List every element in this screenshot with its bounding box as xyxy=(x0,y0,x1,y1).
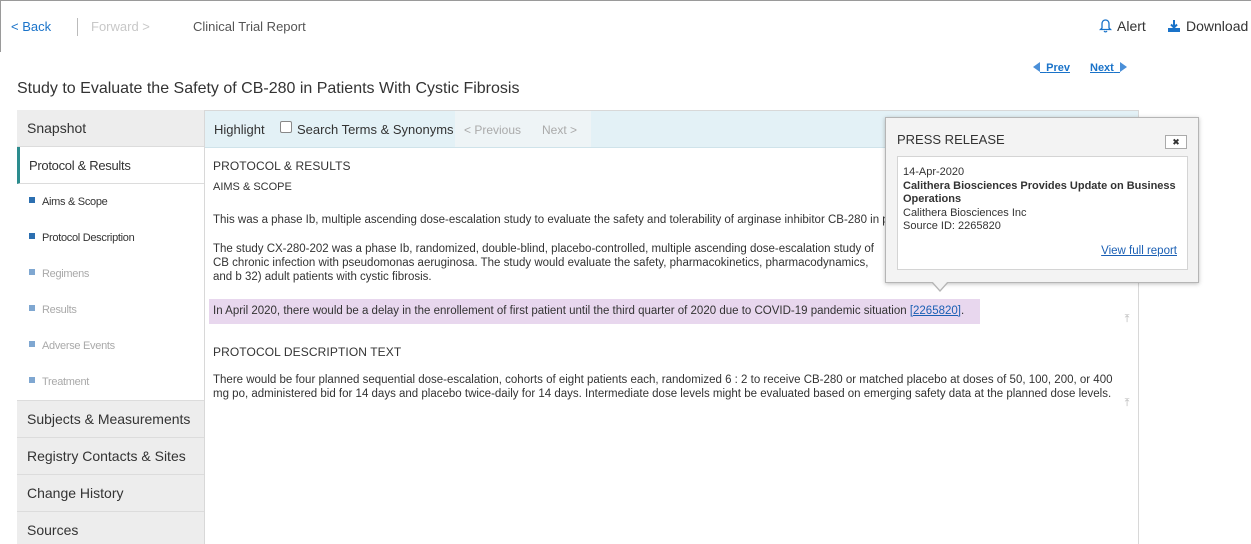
top-nav-bar: < Back Forward > Clinical Trial Report A… xyxy=(0,0,1251,52)
sidebar-subitem-protocol-description[interactable]: Protocol Description xyxy=(17,220,204,256)
study-paragraph: The study CX-280-202 was a phase Ib, ran… xyxy=(213,243,875,283)
bullet-icon xyxy=(29,233,35,239)
view-full-report-link[interactable]: View full report xyxy=(1101,245,1177,259)
close-icon[interactable]: ✖ xyxy=(1165,135,1187,149)
sidebar-item-subjects[interactable]: Subjects & Measurements xyxy=(17,401,204,438)
popup-body: 14-Apr-2020 Calithera Biosciences Provid… xyxy=(897,156,1188,270)
highlighted-end: . xyxy=(960,305,965,317)
highlight-previous-button[interactable]: < Previous xyxy=(464,123,521,137)
forward-link[interactable]: Forward > xyxy=(91,19,150,34)
back-to-top-icon[interactable]: ⤒ xyxy=(1122,397,1132,410)
highlight-label: Highlight xyxy=(214,122,265,137)
sidebar-item-change-history[interactable]: Change History xyxy=(17,475,204,512)
press-release-headline: Calithera Biosciences Provides Update on… xyxy=(903,179,1176,206)
search-terms-checkbox[interactable] xyxy=(280,121,292,133)
subitem-label: Treatment xyxy=(42,376,90,388)
bullet-icon xyxy=(29,341,35,347)
press-release-date: 14-Apr-2020 xyxy=(903,166,965,178)
protocol-description-paragraph: There would be four planned sequential d… xyxy=(213,374,1113,400)
sidebar-item-sources[interactable]: Sources xyxy=(17,512,204,544)
popup-caret xyxy=(931,281,949,292)
sidebar: Snapshot Protocol & Results Aims & Scope… xyxy=(17,110,204,544)
popup-title: PRESS RELEASE xyxy=(897,132,1005,147)
aims-paragraph: This was a phase Ib, multiple ascending … xyxy=(213,214,889,226)
protocol-description-heading: PROTOCOL DESCRIPTION TEXT xyxy=(213,345,402,359)
subitem-label: Regimens xyxy=(42,268,90,280)
search-terms-label[interactable]: Search Terms & Synonyms xyxy=(297,122,454,137)
page-title: Clinical Trial Report xyxy=(193,19,306,34)
sidebar-item-registry[interactable]: Registry Contacts & Sites xyxy=(17,438,204,475)
download-label: Download xyxy=(1186,18,1249,34)
next-report-link[interactable]: Next xyxy=(1090,62,1127,74)
subitem-label: Adverse Events xyxy=(42,340,115,352)
sidebar-item-protocol-results[interactable]: Protocol & Results xyxy=(17,147,204,184)
sidebar-subitem-adverse-events: Adverse Events xyxy=(17,328,204,364)
press-release-company: Calithera Biosciences Inc xyxy=(903,206,1027,219)
back-link[interactable]: < Back xyxy=(11,19,51,34)
highlighted-sentence: In April 2020, there would be a delay in… xyxy=(209,299,980,324)
subitem-label: Protocol Description xyxy=(42,232,135,244)
alert-label: Alert xyxy=(1117,18,1146,34)
bullet-icon xyxy=(29,197,35,203)
alert-button[interactable]: Alert xyxy=(1098,18,1146,34)
highlighted-text: In April 2020, there would be a delay in… xyxy=(213,305,910,317)
next-label: Next xyxy=(1090,62,1114,74)
bullet-icon xyxy=(29,269,35,275)
sidebar-subitem-regimens: Regimens xyxy=(17,256,204,292)
press-release-popup: PRESS RELEASE ✖ 14-Apr-2020 Calithera Bi… xyxy=(885,117,1199,292)
sidebar-subitem-aims-scope[interactable]: Aims & Scope xyxy=(17,184,204,220)
download-icon xyxy=(1168,20,1180,32)
nav-divider xyxy=(77,18,78,36)
prev-label: Prev xyxy=(1046,62,1070,74)
press-release-reference-link[interactable]: [2265820] xyxy=(910,305,961,317)
subitem-label: Aims & Scope xyxy=(42,196,108,208)
bullet-icon xyxy=(29,377,35,383)
bullet-icon xyxy=(29,305,35,311)
prev-report-link[interactable]: Prev xyxy=(1033,62,1070,74)
prev-arrow-icon xyxy=(1033,62,1040,72)
sidebar-subnav: Aims & Scope Protocol Description Regime… xyxy=(17,184,204,401)
press-release-source-id: Source ID: 2265820 xyxy=(903,220,1001,232)
study-title: Study to Evaluate the Safety of CB-280 i… xyxy=(17,80,520,97)
sidebar-item-snapshot[interactable]: Snapshot xyxy=(17,110,204,147)
sidebar-subitem-treatment: Treatment xyxy=(17,364,204,400)
next-arrow-icon xyxy=(1119,62,1127,72)
bell-icon xyxy=(1098,19,1113,33)
sidebar-subitem-results: Results xyxy=(17,292,204,328)
download-button[interactable]: Download xyxy=(1167,18,1248,34)
highlight-next-button[interactable]: Next > xyxy=(542,123,577,137)
subitem-label: Results xyxy=(42,304,77,316)
back-to-top-icon[interactable]: ⤒ xyxy=(1122,313,1132,326)
